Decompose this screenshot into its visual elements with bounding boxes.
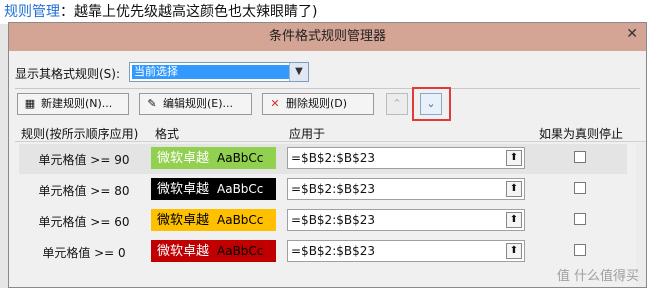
- preview-en: AaBbCc: [217, 213, 264, 227]
- stop-if-true-checkbox[interactable]: [574, 182, 586, 194]
- header-divider: [15, 141, 646, 142]
- stop-if-true-checkbox[interactable]: [574, 151, 586, 163]
- preview-en: AaBbCc: [217, 151, 264, 165]
- preview-cn: 微软卓越: [157, 151, 210, 166]
- title-bar: 条件格式规则管理器 ✕: [9, 23, 646, 51]
- format-preview: 微软卓越 AaBbCc: [151, 178, 276, 200]
- rule-condition: 单元格值 >= 0: [42, 246, 126, 260]
- format-preview: 微软卓越 AaBbCc: [151, 209, 276, 231]
- applies-to-field[interactable]: =$B$2:$B$23 ⬆: [287, 178, 525, 200]
- rule-row[interactable]: 单元格值 >= 90 微软卓越 AaBbCc =$B$2:$B$23 ⬆: [19, 144, 627, 174]
- banner-label: 规则管理: [4, 4, 60, 20]
- applies-to-value: =$B$2:$B$23: [291, 244, 376, 258]
- new-rule-label: 新建规则(N)...: [41, 97, 113, 110]
- preview-cn: 微软卓越: [157, 182, 210, 197]
- move-up-button[interactable]: ⌃: [386, 93, 408, 115]
- filter-selected-value: 当前选择: [132, 65, 290, 79]
- applies-to-value: =$B$2:$B$23: [291, 151, 376, 165]
- applies-to-value: =$B$2:$B$23: [291, 182, 376, 196]
- column-header-stop-if-true: 如果为真则停止: [539, 127, 624, 141]
- preview-en: AaBbCc: [217, 182, 264, 196]
- range-picker-icon[interactable]: ⬆: [506, 212, 522, 228]
- banner-text: ：越靠上优先级越高这颜色也太辣眼睛了): [60, 4, 318, 20]
- range-picker-icon[interactable]: ⬆: [506, 181, 522, 197]
- rule-row[interactable]: 单元格值 >= 80 微软卓越 AaBbCc =$B$2:$B$23 ⬆: [19, 175, 627, 205]
- dialog-title: 条件格式规则管理器: [268, 29, 386, 44]
- applies-to-field[interactable]: =$B$2:$B$23 ⬆: [287, 147, 525, 169]
- delete-rule-button[interactable]: ✕ 删除规则(D): [262, 93, 374, 115]
- range-picker-icon[interactable]: ⬆: [506, 243, 522, 259]
- chevron-down-icon[interactable]: ▼: [289, 63, 308, 81]
- stop-if-true-checkbox[interactable]: [574, 244, 586, 256]
- conditional-format-dialog: 条件格式规则管理器 ✕ 显示其格式规则(S): 当前选择 ▼ ▦ 新建规则(N).…: [8, 22, 647, 288]
- new-rule-icon: ▦: [24, 97, 36, 110]
- preview-cn: 微软卓越: [157, 213, 210, 228]
- delete-rule-label: 删除规则(D): [286, 97, 348, 110]
- highlight-box: [412, 87, 451, 121]
- annotation-banner: 规则管理：越靠上优先级越高这颜色也太辣眼睛了): [0, 0, 647, 24]
- format-preview: 微软卓越 AaBbCc: [151, 240, 276, 262]
- filter-dropdown[interactable]: 当前选择 ▼: [129, 62, 309, 82]
- stop-if-true-checkbox[interactable]: [574, 213, 586, 225]
- column-header-format: 格式: [155, 127, 180, 141]
- rule-row[interactable]: 单元格值 >= 60 微软卓越 AaBbCc =$B$2:$B$23 ⬆: [19, 206, 627, 236]
- preview-en: AaBbCc: [217, 244, 264, 258]
- divider: [15, 88, 640, 89]
- applies-to-field[interactable]: =$B$2:$B$23 ⬆: [287, 240, 525, 262]
- format-preview: 微软卓越 AaBbCc: [151, 147, 276, 169]
- rule-row[interactable]: 单元格值 >= 0 微软卓越 AaBbCc =$B$2:$B$23 ⬆: [19, 237, 627, 267]
- range-picker-icon[interactable]: ⬆: [506, 150, 522, 166]
- edit-rule-button[interactable]: ✎ 编辑规则(E)...: [139, 93, 252, 115]
- applies-to-value: =$B$2:$B$23: [291, 213, 376, 227]
- new-rule-button[interactable]: ▦ 新建规则(N)...: [17, 93, 129, 115]
- delete-icon: ✕: [270, 97, 280, 110]
- filter-label: 显示其格式规则(S):: [15, 67, 121, 81]
- edit-rule-label: 编辑规则(E)...: [163, 97, 234, 110]
- preview-cn: 微软卓越: [157, 244, 210, 259]
- edit-rule-icon: ✎: [147, 97, 157, 110]
- rule-condition: 单元格值 >= 90: [38, 153, 130, 167]
- column-header-applies-to: 应用于: [289, 127, 326, 141]
- rule-condition: 单元格值 >= 60: [38, 215, 130, 229]
- column-header-rule: 规则(按所示顺序应用): [21, 127, 139, 141]
- close-icon[interactable]: ✕: [626, 26, 638, 42]
- rule-condition: 单元格值 >= 80: [38, 184, 130, 198]
- watermark: 值 什么值得买: [556, 269, 639, 284]
- applies-to-field[interactable]: =$B$2:$B$23 ⬆: [287, 209, 525, 231]
